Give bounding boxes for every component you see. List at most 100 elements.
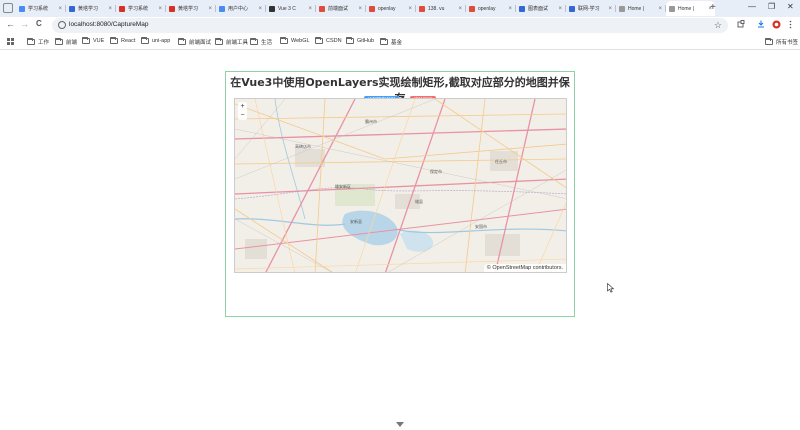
favicon-icon [669, 5, 675, 12]
folder-icon [178, 38, 186, 45]
tab-separator [465, 5, 466, 12]
browser-tab[interactable]: 联网-学习 × [566, 1, 615, 16]
bookmark-folder[interactable]: 前端工具 [215, 38, 248, 46]
browser-tab[interactable]: openlay × [466, 1, 515, 16]
favicon-icon [169, 5, 175, 12]
bookmark-label: 基金 [391, 40, 403, 46]
tab-title: openlay [378, 5, 396, 12]
folder-icon [346, 37, 354, 44]
reload-button[interactable]: C [36, 19, 42, 28]
bookmarks-bar: 工作 前端 VUE React uni-app 前端面试 前端工具 生活 WebGL CSDN Gi… [0, 34, 800, 50]
bookmark-label: GitHub [357, 38, 375, 44]
bookmark-folder[interactable]: CSDN [315, 37, 342, 44]
tab-title: Vue 3 C [278, 5, 296, 12]
favicon-icon [369, 5, 375, 12]
url-text[interactable]: localhost:8080/CaptureMap [69, 21, 149, 28]
tab-separator [365, 5, 366, 12]
bookmark-folder[interactable]: 生活 [250, 38, 272, 46]
tab-title: 黄塔学习 [178, 6, 199, 12]
zoom-in-button[interactable]: + [238, 102, 247, 111]
favicon-icon [469, 5, 475, 12]
bookmark-folder[interactable]: VUE [82, 37, 105, 44]
profile-avatar[interactable] [772, 20, 781, 31]
tab-title: 联网-学习 [578, 6, 600, 12]
apps-grid-icon[interactable] [7, 38, 14, 45]
favicon-icon [619, 5, 625, 12]
map-place-label: 安新县 [350, 219, 362, 224]
favicon-icon [269, 5, 275, 12]
folder-icon [141, 37, 149, 44]
browser-tab[interactable]: 黄塔学习 × [166, 1, 215, 16]
tab-separator [315, 5, 316, 12]
minimize-button[interactable]: — [748, 2, 756, 11]
site-info-icon[interactable] [58, 21, 66, 29]
tab-overview-icon[interactable] [3, 3, 13, 13]
scroll-down-arrow-icon[interactable] [396, 422, 404, 427]
bookmark-folder[interactable]: GitHub [346, 37, 375, 44]
bookmark-star-icon[interactable]: ☆ [714, 20, 722, 31]
all-bookmarks-folder[interactable]: 所有书签 [765, 38, 798, 46]
browser-tab[interactable]: Home | × [616, 1, 665, 16]
folder-icon [82, 37, 90, 44]
browser-tab[interactable]: 学习系统 × [16, 1, 65, 16]
mouse-cursor-icon [607, 283, 615, 293]
tab-title: 138. vu [428, 5, 445, 12]
folder-icon [315, 37, 323, 44]
tab-separator [165, 5, 166, 12]
browser-tab[interactable]: Home | × [666, 1, 715, 16]
browser-tab[interactable]: 学习系统 × [116, 1, 165, 16]
page-content: 在Vue3中使用OpenLayers实现绘制矩形,截取对应部分的地图并保存 绘制… [0, 51, 800, 430]
tab-strip: 学习系统 × 黄塔学习 × 学习系统 × 黄塔学习 × 用户中心 × Vue 3 C × 前端面试 × op… [0, 0, 800, 17]
download-icon[interactable] [757, 20, 765, 30]
bookmark-label: 工作 [38, 40, 50, 46]
back-button[interactable]: ← [6, 19, 15, 29]
capture-map-container: 在Vue3中使用OpenLayers实现绘制矩形,截取对应部分的地图并保存 绘制… [225, 71, 575, 317]
tab-title: 学习系统 [28, 6, 49, 12]
bookmark-label: 前端面试 [189, 40, 212, 46]
folder-icon [27, 38, 35, 45]
tab-separator [665, 5, 666, 12]
menu-icon[interactable] [789, 20, 792, 31]
browser-tab[interactable]: 前端面试 × [316, 1, 365, 16]
browser-tab[interactable]: 用户中心 × [216, 1, 265, 16]
bookmark-folder[interactable]: 前端 [55, 38, 77, 46]
zoom-out-button[interactable]: − [238, 111, 247, 120]
forward-button[interactable]: → [20, 19, 29, 29]
folder-icon [380, 38, 388, 45]
new-tab-button[interactable]: + [710, 2, 716, 13]
close-window-button[interactable]: ✕ [787, 2, 794, 11]
map-place-label: 保定市 [430, 169, 442, 174]
bookmark-label: WebGL [291, 38, 310, 44]
bookmark-label: VUE [93, 38, 105, 44]
bookmark-label: 前端 [66, 40, 78, 46]
tab-separator [215, 5, 216, 12]
map-place-label: 安国市 [475, 224, 487, 229]
bookmark-label: CSDN [326, 38, 342, 44]
tab-title: Home | [678, 5, 695, 12]
bookmark-folder[interactable]: WebGL [280, 37, 310, 44]
map-place-label: 任丘市 [495, 159, 507, 164]
address-bar[interactable]: localhost:8080/CaptureMap ☆ [52, 18, 728, 33]
browser-tab[interactable]: Vue 3 C × [266, 1, 315, 16]
tab-separator [265, 5, 266, 12]
map-tiles [235, 99, 566, 272]
browser-tab[interactable]: 黄塔学习 × [66, 1, 115, 16]
bookmark-label: 生活 [261, 40, 273, 46]
browser-toolbar: ← → C localhost:8080/CaptureMap ☆ [0, 17, 800, 34]
map-place-label: 雄县 [415, 199, 423, 204]
browser-tab[interactable]: 138. vu × [416, 1, 465, 16]
map-attribution[interactable]: © OpenStreetMap contributors. [483, 264, 566, 272]
bookmark-folder[interactable]: React [110, 37, 135, 44]
tab-separator [65, 5, 66, 12]
extensions-icon[interactable] [737, 20, 745, 30]
tab-title: 黄塔学习 [78, 6, 99, 12]
bookmark-folder[interactable]: uni-app [141, 37, 170, 44]
bookmark-folder[interactable]: 基金 [380, 38, 402, 46]
favicon-icon [119, 5, 125, 12]
browser-tab[interactable]: openlay × [366, 1, 415, 16]
bookmark-folder[interactable]: 工作 [27, 38, 49, 46]
maximize-button[interactable]: ❐ [768, 2, 775, 11]
browser-tab[interactable]: 图表面试 × [516, 1, 565, 16]
map-viewport[interactable]: 雄安新区 安新县 保定市 雄县 安国市 任丘市 霸州市 高碑店市 + − © OpenStre… [234, 98, 567, 273]
bookmark-folder[interactable]: 前端面试 [178, 38, 211, 46]
